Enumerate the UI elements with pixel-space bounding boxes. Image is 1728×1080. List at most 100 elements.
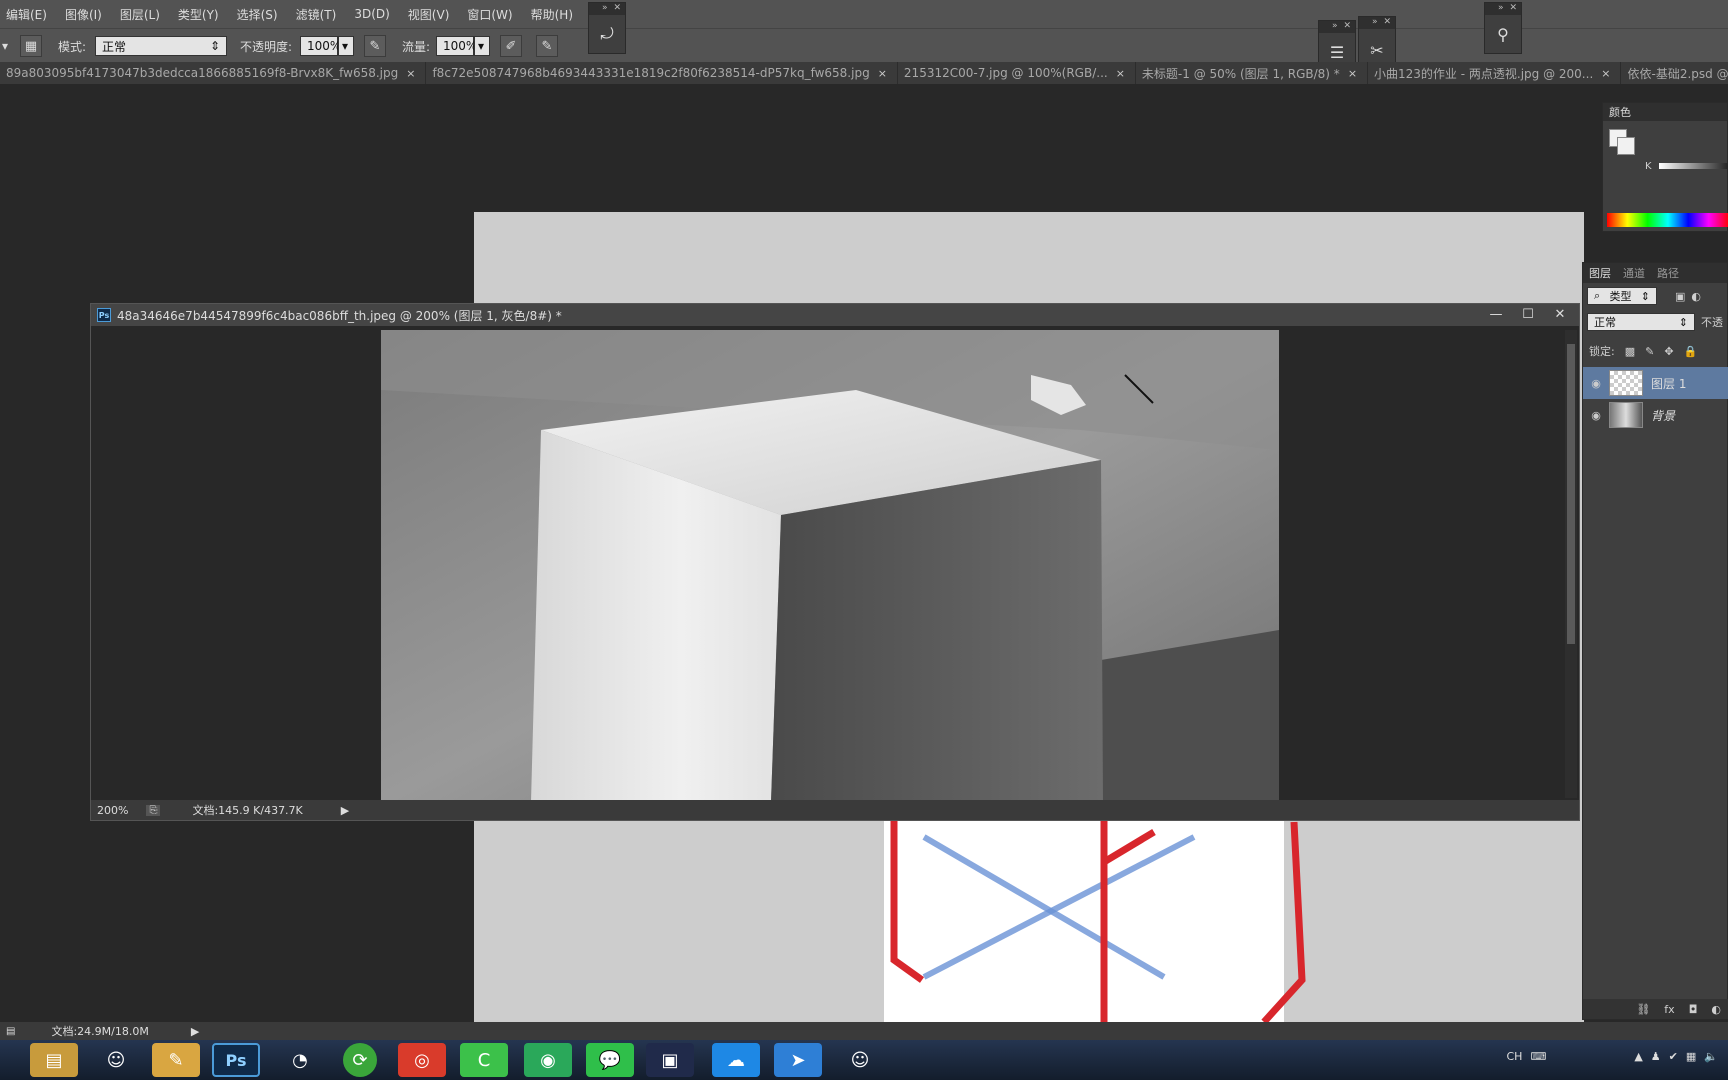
document-tab[interactable]: 未标题-1 @ 50% (图层 1, RGB/8) * × (1136, 62, 1369, 84)
opacity-input[interactable]: 100% (300, 36, 341, 56)
tool-preset-arrow-icon[interactable]: ▾ (2, 36, 8, 56)
layer-filter-select[interactable]: ⌕ 类型 ⇕ (1587, 287, 1657, 305)
color-spectrum-bar[interactable] (1607, 213, 1728, 227)
layer-effects-icon[interactable]: fx (1664, 1003, 1674, 1016)
cloud-icon[interactable]: ☁ (712, 1043, 760, 1077)
tray-arrow-icon[interactable]: ▲ (1634, 1050, 1642, 1063)
close-icon[interactable]: ✕ (1509, 3, 1517, 15)
lock-position-icon[interactable]: ✥ (1664, 345, 1673, 358)
qq-penguin-icon[interactable]: ☺ (836, 1043, 884, 1077)
tab-paths[interactable]: 路径 (1657, 265, 1679, 281)
image-filter-icon[interactable]: ▣ (1675, 290, 1685, 303)
menu-edit[interactable]: 编辑(E) (6, 6, 47, 23)
layer-mask-icon[interactable]: ◘ (1689, 1003, 1698, 1016)
background-swatch[interactable] (1617, 137, 1635, 155)
close-icon[interactable]: × (1601, 67, 1610, 80)
collapse-icon[interactable]: » (1498, 3, 1504, 15)
menu-filter[interactable]: 滤镜(T) (296, 6, 337, 23)
status-share-icon[interactable]: ⎘ (146, 804, 161, 816)
menu-image[interactable]: 图像(I) (65, 6, 102, 23)
document-tab[interactable]: 小曲123的作业 - 两点透视.jpg @ 200... × (1368, 62, 1622, 84)
document-tab[interactable]: f8c72e508747968b4693443331e1819c2f80f623… (426, 62, 898, 84)
maximize-button[interactable]: ☐ (1519, 306, 1537, 322)
layer-name[interactable]: 图层 1 (1651, 375, 1686, 392)
close-icon[interactable]: × (1348, 67, 1357, 80)
wechat-icon[interactable]: 💬 (586, 1043, 634, 1077)
adjustment-layer-icon[interactable]: ◐ (1711, 1003, 1721, 1016)
input-language[interactable]: CH (1506, 1050, 1522, 1063)
tray-app-icon[interactable]: ♟ (1651, 1050, 1661, 1063)
menu-type[interactable]: 类型(Y) (178, 6, 219, 23)
scrollbar-thumb[interactable] (1567, 344, 1575, 644)
mode-select[interactable]: 正常 ⇕ (95, 36, 227, 56)
file-explorer-icon[interactable]: ▤ (30, 1043, 78, 1077)
pressure-opacity-icon[interactable]: ✎ (364, 35, 386, 57)
status-menu-arrow-icon[interactable]: ▶ (191, 1025, 199, 1038)
document-tab[interactable]: 89a803095bf4173047b3dedcca1866885169f8-B… (0, 62, 427, 84)
network-icon[interactable]: ▦ (1686, 1050, 1696, 1063)
document-titlebar[interactable]: Ps 48a34646e7b44547899f6c4bac086bff_th.j… (91, 304, 1579, 326)
cube-sketch-canvas[interactable] (381, 330, 1279, 802)
lock-all-icon[interactable]: 🔒 (1684, 345, 1698, 358)
tray-tool-icon[interactable]: ✔ (1669, 1050, 1678, 1063)
qq-penguin-icon[interactable]: ☺ (92, 1043, 140, 1077)
menu-select[interactable]: 选择(S) (237, 6, 278, 23)
k-slider[interactable] (1659, 163, 1728, 169)
opacity-dropdown[interactable]: ▾ (338, 36, 354, 56)
green-refresh-icon[interactable]: ⟳ (343, 1043, 377, 1077)
photoshop-taskbar-icon[interactable]: Ps (212, 1043, 260, 1077)
paper-plane-icon[interactable]: ➤ (774, 1043, 822, 1077)
close-icon[interactable]: × (878, 67, 887, 80)
flow-input[interactable]: 100% (436, 36, 477, 56)
vertical-scrollbar[interactable] (1565, 330, 1577, 798)
collapse-icon[interactable]: » (1372, 17, 1378, 29)
browser-icon[interactable]: ◔ (276, 1043, 324, 1077)
layer-row[interactable]: ◉ 背景 (1583, 399, 1728, 431)
brush-icon[interactable]: ⚲ (1485, 15, 1521, 53)
close-icon[interactable]: × (406, 67, 415, 80)
menu-layer[interactable]: 图层(L) (120, 6, 160, 23)
close-icon[interactable]: ✕ (613, 3, 621, 15)
history-brush-icon[interactable]: ⤾ (589, 15, 625, 53)
blend-mode-select[interactable]: 正常 ⇕ (1587, 313, 1695, 331)
close-button[interactable]: ✕ (1551, 306, 1569, 322)
netease-music-icon[interactable]: ◎ (398, 1043, 446, 1077)
close-icon[interactable]: ✕ (1343, 21, 1351, 33)
document-tab[interactable]: 依依-基础2.psd @ 33.3% (图层 3, RGB...× (1621, 62, 1728, 84)
status-icon[interactable]: ▤ (6, 1026, 15, 1037)
lock-pixels-icon[interactable]: ✎ (1645, 345, 1654, 358)
green-app-icon[interactable]: C (460, 1043, 508, 1077)
close-icon[interactable]: × (1116, 67, 1125, 80)
link-layers-icon[interactable]: ⛓ (1636, 1003, 1650, 1016)
image-viewer-icon[interactable]: ▣ (646, 1043, 694, 1077)
eye-icon[interactable]: ◉ (1583, 377, 1609, 390)
airbrush-icon[interactable]: ✐ (500, 35, 522, 57)
keyboard-icon[interactable]: ⌨ (1530, 1050, 1546, 1063)
pressure-size-icon[interactable]: ✎ (536, 35, 558, 57)
layer-name[interactable]: 背景 (1651, 407, 1675, 424)
brush-panel-toggle-icon[interactable]: ▦ (20, 35, 42, 57)
status-menu-arrow-icon[interactable]: ▶ (341, 804, 349, 817)
eye-icon[interactable]: ◉ (1583, 409, 1609, 422)
volume-icon[interactable]: 🔈 (1704, 1050, 1718, 1063)
collapse-icon[interactable]: » (1332, 21, 1338, 33)
collapse-icon[interactable]: » (602, 3, 608, 15)
flow-dropdown[interactable]: ▾ (474, 36, 490, 56)
adjustment-filter-icon[interactable]: ◐ (1691, 290, 1701, 303)
floating-document-window[interactable]: Ps 48a34646e7b44547899f6c4bac086bff_th.j… (90, 303, 1580, 821)
menu-window[interactable]: 窗口(W) (467, 6, 512, 23)
notepad-icon[interactable]: ✎ (152, 1043, 200, 1077)
menu-3d[interactable]: 3D(D) (354, 7, 389, 21)
close-icon[interactable]: ✕ (1383, 17, 1391, 29)
tab-layers[interactable]: 图层 (1589, 265, 1611, 281)
document-tab[interactable]: 215312C00-7.jpg @ 100%(RGB/... × (898, 62, 1136, 84)
tab-channels[interactable]: 通道 (1623, 265, 1645, 281)
zoom-level[interactable]: 200% (97, 804, 128, 817)
menu-help[interactable]: 帮助(H) (531, 6, 573, 23)
color-panel-tab[interactable]: 颜色 (1609, 104, 1631, 120)
layer-row[interactable]: ◉ 图层 1 (1583, 367, 1728, 399)
lock-transparent-icon[interactable]: ▩ (1625, 345, 1635, 358)
minimize-button[interactable]: — (1487, 306, 1505, 322)
menu-view[interactable]: 视图(V) (408, 6, 450, 23)
media-player-icon[interactable]: ◉ (524, 1043, 572, 1077)
